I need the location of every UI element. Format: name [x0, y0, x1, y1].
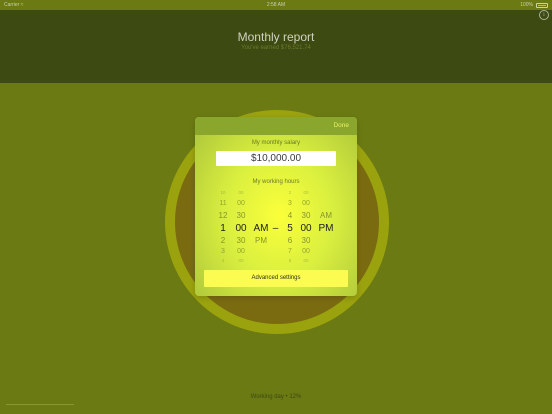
advanced-settings-button[interactable]: Advanced settings: [204, 270, 348, 287]
start-minute-option[interactable]: 00: [234, 190, 248, 195]
end-hour-option[interactable]: 4: [283, 211, 297, 220]
battery-fill: [538, 4, 546, 6]
start-minute-option[interactable]: 00: [234, 248, 248, 255]
popover-toolbar: Done: [195, 117, 357, 135]
start-hour-option[interactable]: 11: [216, 200, 230, 207]
end-period-option[interactable]: PM: [317, 223, 335, 234]
info-icon[interactable]: i: [539, 10, 549, 20]
end-period-wheel[interactable]: AM PM: [317, 193, 335, 265]
start-minute-option[interactable]: 30: [234, 236, 248, 245]
start-minute-option[interactable]: 00: [234, 258, 248, 263]
earnings-subtitle: You've earned $76,521.74: [241, 45, 311, 51]
end-minute-option[interactable]: 30: [299, 211, 313, 220]
start-minute-option[interactable]: 00: [234, 200, 248, 207]
end-minute-option[interactable]: 00: [299, 258, 313, 263]
battery-icon: [536, 2, 548, 8]
start-hour-option[interactable]: 3: [216, 248, 230, 255]
end-hour-option[interactable]: 2: [283, 190, 297, 195]
status-bar: Carrier ≈ 2:58 AM 100%: [0, 0, 552, 10]
start-minute-wheel[interactable]: 00 00 30 00 30 00 00: [234, 190, 248, 265]
working-hours-label: My working hours: [252, 179, 300, 185]
end-minute-wheel[interactable]: 00 00 30 00 30 00 00: [299, 190, 313, 265]
start-period-wheel[interactable]: AM PM: [252, 193, 270, 265]
end-hour-option[interactable]: 6: [283, 236, 297, 245]
working-day-status: Working day • 12%: [250, 394, 302, 400]
working-hours-picker[interactable]: 10 11 12 1 2 3 4 00 00 30 00 30 00 00 AM PM – 2345678…: [195, 190, 357, 265]
end-hour-option[interactable]: 7: [283, 248, 297, 255]
settings-popover: Done My monthly salary My working hours …: [195, 117, 357, 296]
done-button[interactable]: Done: [333, 122, 349, 129]
end-minute-option[interactable]: 30: [299, 236, 313, 245]
battery-percentage: 100%: [520, 2, 533, 8]
footer-progress-bar: [6, 404, 75, 405]
end-minute-option[interactable]: 00: [299, 223, 313, 234]
page-title: Monthly report: [237, 30, 315, 44]
end-minute-option[interactable]: 00: [299, 200, 313, 207]
start-hour-option[interactable]: 12: [216, 211, 230, 220]
start-minute-option[interactable]: 30: [234, 211, 248, 220]
start-hour-wheel[interactable]: 10 11 12 1 2 3 4: [216, 190, 230, 265]
salary-input[interactable]: [216, 151, 336, 166]
status-right: 100%: [520, 0, 548, 10]
start-hour-option[interactable]: 2: [216, 236, 230, 245]
end-minute-option[interactable]: 00: [299, 248, 313, 255]
start-period-option[interactable]: AM: [252, 223, 270, 234]
clock: 2:58 AM: [266, 2, 286, 8]
end-hour-option[interactable]: 3: [283, 200, 297, 207]
start-minute-option[interactable]: 00: [234, 223, 248, 234]
start-hour-option[interactable]: 4: [216, 258, 230, 263]
header: Monthly report You've earned $76,521.74: [0, 10, 552, 83]
start-period-option[interactable]: PM: [252, 236, 270, 245]
end-minute-option[interactable]: 00: [299, 190, 313, 195]
end-hour-option[interactable]: 5: [283, 223, 297, 234]
time-range-separator: –: [272, 223, 279, 234]
salary-label: My monthly salary: [251, 140, 301, 146]
end-hour-wheel[interactable]: 2 3 4 5 6 7 8: [283, 190, 297, 265]
end-hour-option[interactable]: 8: [283, 258, 297, 263]
start-hour-option[interactable]: 1: [216, 223, 230, 234]
start-hour-option[interactable]: 10: [216, 190, 230, 195]
end-period-option[interactable]: AM: [317, 211, 335, 220]
